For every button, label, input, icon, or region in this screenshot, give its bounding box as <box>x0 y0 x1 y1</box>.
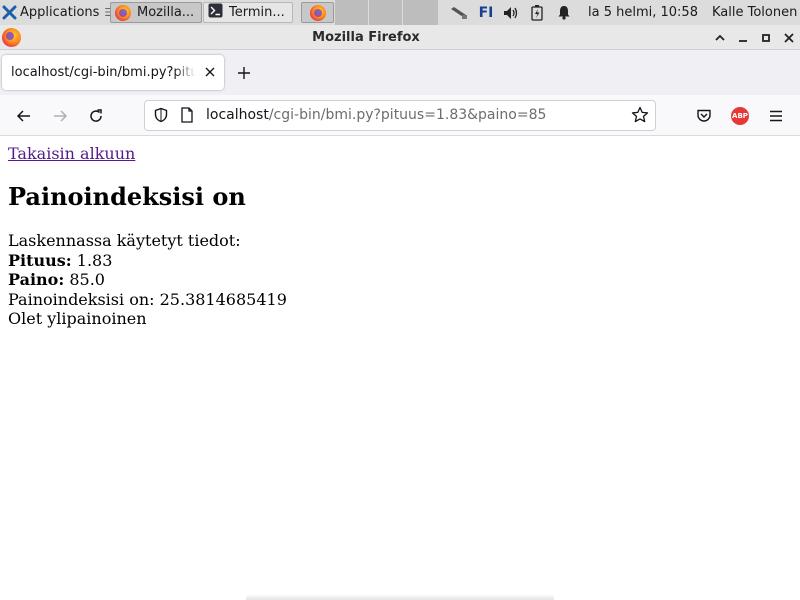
taskbar-item-label: Termin... <box>229 5 285 20</box>
url-bar[interactable]: localhost/cgi-bin/bmi.py?pituus=1.83&pai… <box>144 100 656 131</box>
taskbar-item-terminal[interactable]: Termin... <box>203 2 293 23</box>
terminal-icon <box>208 3 223 22</box>
url-host: localhost <box>206 107 269 123</box>
close-tab-icon[interactable] <box>202 64 218 80</box>
page-info-icon[interactable] <box>176 104 198 126</box>
firefox-icon <box>115 4 131 21</box>
taskbar-item-firefox[interactable]: Mozilla... <box>110 2 202 23</box>
top-panel: Applications ☰ Mozilla... Termin... FI l… <box>0 0 800 25</box>
tab-strip: localhost/cgi-bin/bmi.py?pituus=1.83&pai… <box>0 50 800 95</box>
close-window-icon[interactable] <box>780 29 798 47</box>
height-label: Pituus: <box>8 250 72 270</box>
tab-bmi[interactable]: localhost/cgi-bin/bmi.py?pituus=1.83&pai… <box>2 55 224 90</box>
page-heading: Painoindeksisi on <box>8 182 246 211</box>
intro-text: Laskennassa käytetyt tiedot: <box>8 231 241 250</box>
url-text[interactable]: localhost/cgi-bin/bmi.py?pituus=1.83&pai… <box>206 101 546 130</box>
workspace-1[interactable] <box>335 0 368 25</box>
network-icon[interactable] <box>448 4 470 21</box>
applications-menu[interactable]: Applications ☰ <box>0 0 114 25</box>
taskbar-item-label: Mozilla... <box>137 5 195 20</box>
panel-user-menu[interactable]: Kalle Tolonen <box>712 0 800 25</box>
page-content: Takaisin alkuun Painoindeksisi on Lasken… <box>0 137 800 600</box>
back-icon[interactable] <box>13 105 35 127</box>
workspace-2[interactable] <box>369 0 402 25</box>
hamburger-menu-icon[interactable] <box>765 105 787 127</box>
back-to-start-link[interactable]: Takaisin alkuun <box>8 144 135 163</box>
workspace-3[interactable] <box>403 0 438 25</box>
forward-icon[interactable] <box>49 105 71 127</box>
adblock-plus-icon[interactable]: ABP <box>731 107 749 125</box>
applications-label: Applications <box>20 5 100 20</box>
height-row: Pituus: 1.83 <box>8 251 287 271</box>
bmi-result: Painoindeksisi on: 25.3814685419 <box>8 289 287 309</box>
system-tray: FI <box>440 0 580 25</box>
taskbar-item-firefox-2[interactable] <box>301 2 334 23</box>
height-value: 1.83 <box>76 250 113 270</box>
battery-icon[interactable] <box>529 4 545 21</box>
reload-icon[interactable] <box>85 105 107 127</box>
maximize-icon[interactable] <box>757 29 775 47</box>
notifications-icon[interactable] <box>556 4 572 21</box>
roll-up-icon[interactable] <box>711 29 729 47</box>
panel-clock[interactable]: la 5 helmi, 10:58 <box>588 0 708 25</box>
bmi-verdict: Olet ylipainoinen <box>8 309 147 328</box>
status-panel-edge <box>246 594 554 600</box>
tab-label: localhost/cgi-bin/bmi.py?pituus=1.83&pai… <box>11 65 196 80</box>
volume-icon[interactable] <box>502 4 520 21</box>
weight-row: Paino: 85.0 <box>8 270 287 290</box>
minimize-icon[interactable] <box>734 29 752 47</box>
firefox-icon <box>309 4 326 21</box>
bookmark-star-icon[interactable] <box>629 104 651 126</box>
keyboard-layout-indicator[interactable]: FI <box>476 4 496 21</box>
window-title: Mozilla Firefox <box>312 30 420 45</box>
new-tab-icon[interactable] <box>234 63 254 83</box>
pocket-icon[interactable] <box>693 105 715 127</box>
url-path: /cgi-bin/bmi.py?pituus=1.83&paino=85 <box>268 107 547 123</box>
tracking-protection-shield-icon[interactable] <box>150 104 172 126</box>
xfce-logo-icon <box>2 5 17 20</box>
navigation-toolbar: localhost/cgi-bin/bmi.py?pituus=1.83&pai… <box>0 95 800 136</box>
window-titlebar[interactable]: Mozilla Firefox <box>0 25 800 50</box>
weight-value: 85.0 <box>69 270 105 289</box>
bmi-details: Laskennassa käytetyt tiedot: Pituus: 1.8… <box>8 231 287 329</box>
weight-label: Paino: <box>8 270 65 289</box>
